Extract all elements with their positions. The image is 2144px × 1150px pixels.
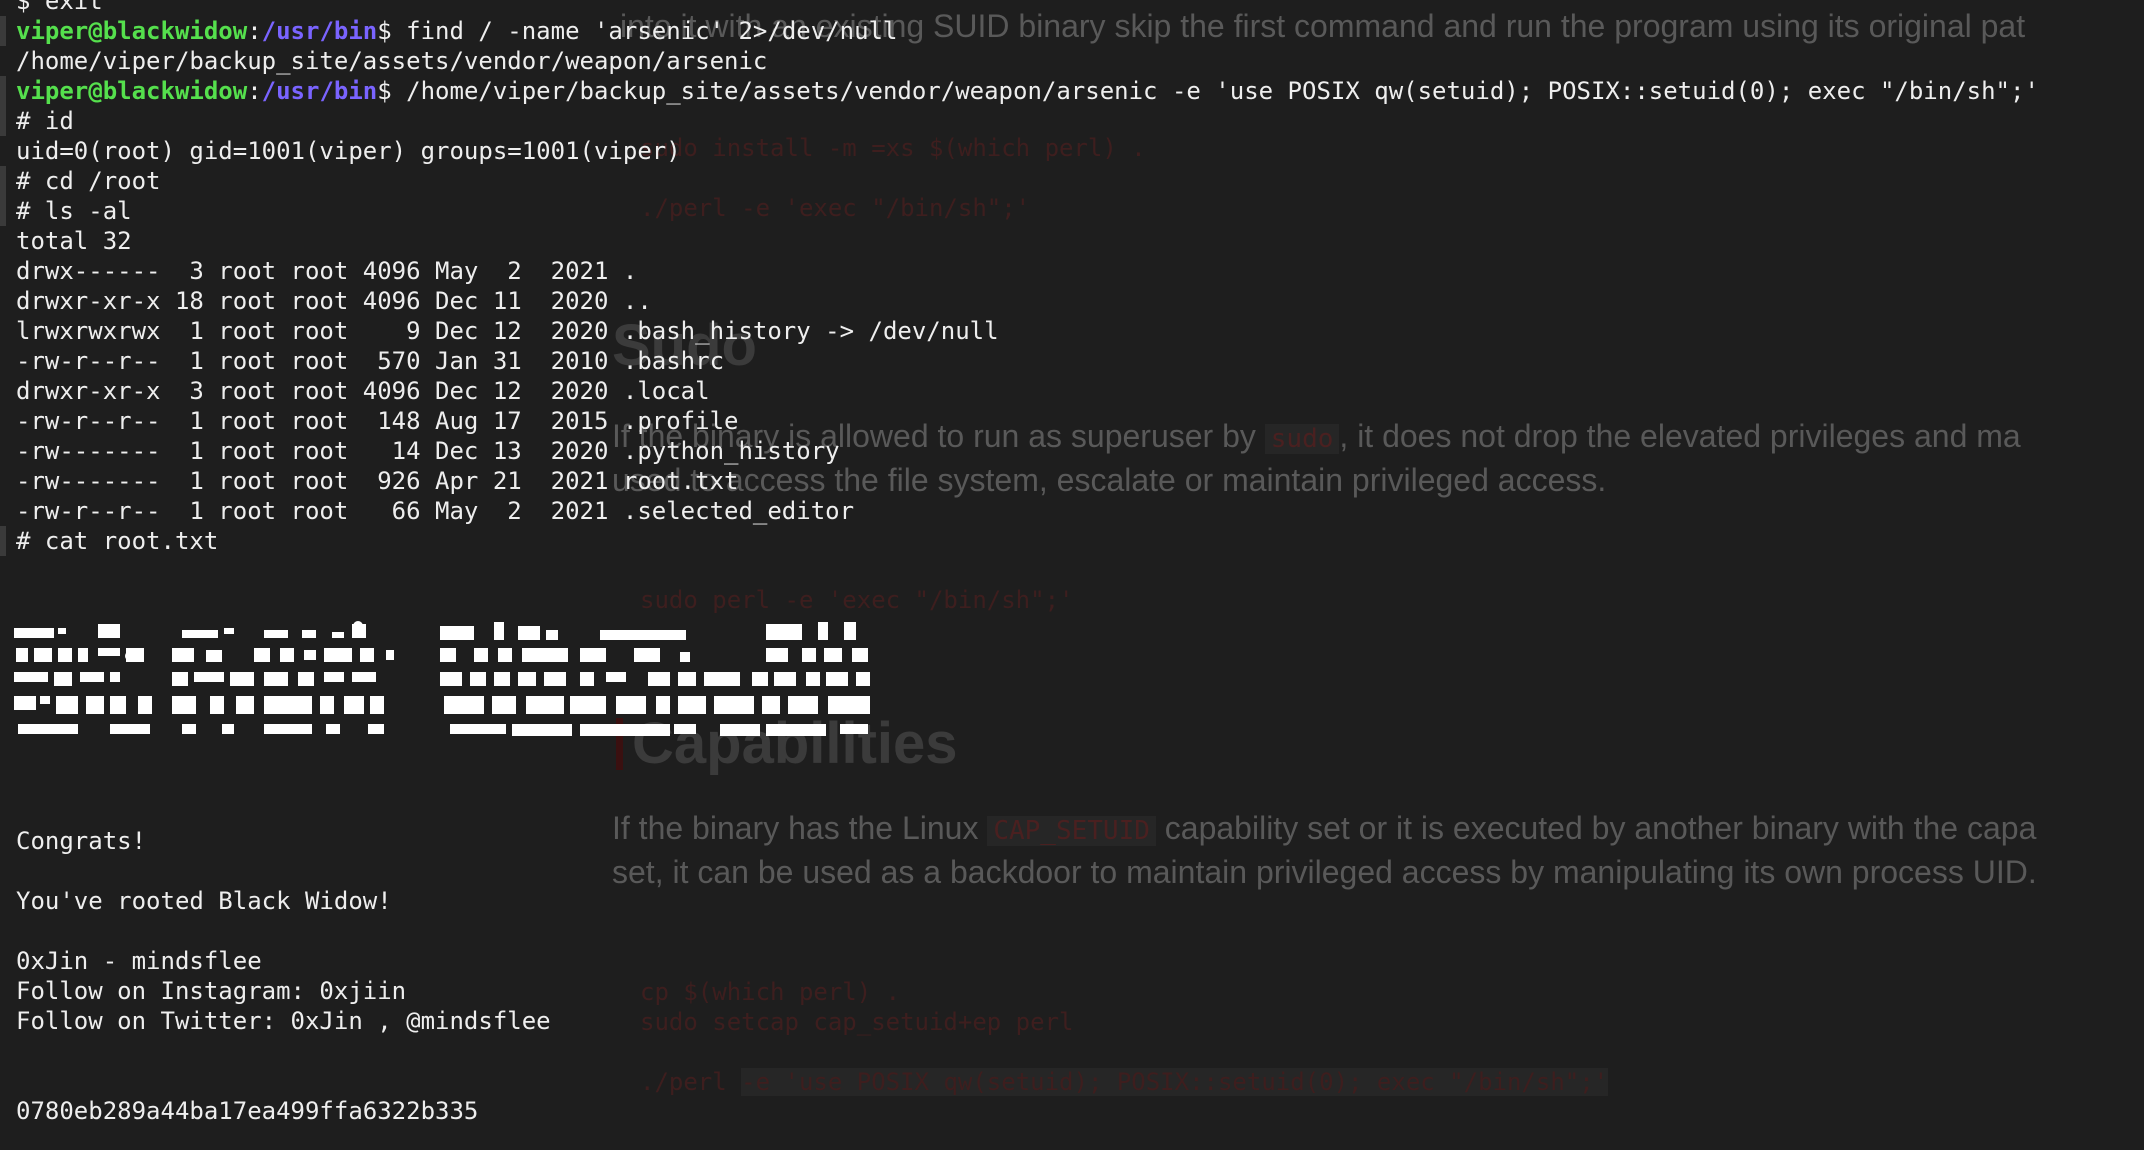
terminal-line-id: # id: [16, 106, 74, 136]
congrats-text: Congrats!: [16, 827, 147, 855]
instagram-credit: Follow on Instagram: 0xjiin: [16, 977, 407, 1005]
command-text: id: [44, 107, 74, 135]
line-marker: [0, 106, 6, 136]
root-prompt: #: [16, 167, 45, 195]
command-text: /home/viper/backup_site/assets/vendor/we…: [406, 77, 2039, 105]
root-prompt: #: [16, 107, 45, 135]
line-marker: [0, 196, 6, 226]
ascii-art-banner: [14, 620, 914, 770]
ls-row: -rw------- 1 root root 926 Apr 21 2021 r…: [16, 467, 739, 495]
rooted-message: You've rooted Black Widow!: [16, 887, 392, 915]
terminal-line-exit: $ exit: [16, 0, 103, 15]
ls-row: -rw-r--r-- 1 root root 66 May 2 2021 .se…: [16, 497, 855, 525]
prompt-sep: :: [247, 17, 262, 45]
command-text: cat root.txt: [44, 527, 219, 555]
ls-row: -rw-r--r-- 1 root root 148 Aug 17 2015 .…: [16, 407, 739, 435]
root-prompt: #: [16, 527, 45, 555]
line-marker: [0, 76, 6, 106]
prompt-char: $: [377, 17, 407, 45]
prompt-char: $: [377, 77, 407, 105]
command-text: find / -name 'arsenic' 2>/dev/null: [406, 17, 898, 45]
ls-row: drwxr-xr-x 18 root root 4096 Dec 11 2020…: [16, 287, 652, 315]
terminal-line-find: viper@blackwidow:/usr/bin$ find / -name …: [16, 16, 897, 46]
ls-row: -rw-r--r-- 1 root root 570 Jan 31 2010 .…: [16, 347, 725, 375]
author-credit: 0xJin - mindsflee: [16, 947, 262, 975]
prompt-dir: /usr/bin: [261, 77, 378, 105]
prompt-sep: :: [247, 77, 262, 105]
prompt-dir: /usr/bin: [261, 17, 378, 45]
terminal-line-ls: # ls -al: [16, 196, 132, 226]
ls-row: drwx------ 3 root root 4096 May 2 2021 .: [16, 257, 638, 285]
ls-row: lrwxrwxrwx 1 root root 9 Dec 12 2020 .ba…: [16, 317, 999, 345]
ls-total: total 32: [16, 227, 132, 255]
command-text: ls -al: [44, 197, 132, 225]
twitter-credit: Follow on Twitter: 0xJin , @mindsflee: [16, 1007, 551, 1035]
root-flag: 0780eb289a44ba17ea499ffa6322b335: [16, 1097, 479, 1125]
terminal-line-cd: # cd /root: [16, 166, 161, 196]
command-text: cd /root: [44, 167, 161, 195]
prompt-user: viper@blackwidow: [16, 17, 248, 45]
line-marker: [0, 16, 6, 46]
ascii-art-banner-graphic: [14, 621, 870, 736]
terminal-line-cat: # cat root.txt: [16, 526, 218, 556]
terminal-output-find: /home/viper/backup_site/assets/vendor/we…: [16, 47, 768, 75]
ls-row: drwxr-xr-x 3 root root 4096 Dec 12 2020 …: [16, 377, 710, 405]
terminal-window[interactable]: $ exit viper@blackwidow:/usr/bin$ find /…: [0, 0, 2144, 1150]
line-marker: [0, 526, 6, 556]
ls-row: -rw------- 1 root root 14 Dec 13 2020 .p…: [16, 437, 840, 465]
terminal-line-arsenic: viper@blackwidow:/usr/bin$ /home/viper/b…: [16, 76, 2039, 106]
line-marker: [0, 166, 6, 196]
root-prompt: #: [16, 197, 45, 225]
terminal-output-id: uid=0(root) gid=1001(viper) groups=1001(…: [16, 137, 681, 165]
prompt-user: viper@blackwidow: [16, 77, 248, 105]
